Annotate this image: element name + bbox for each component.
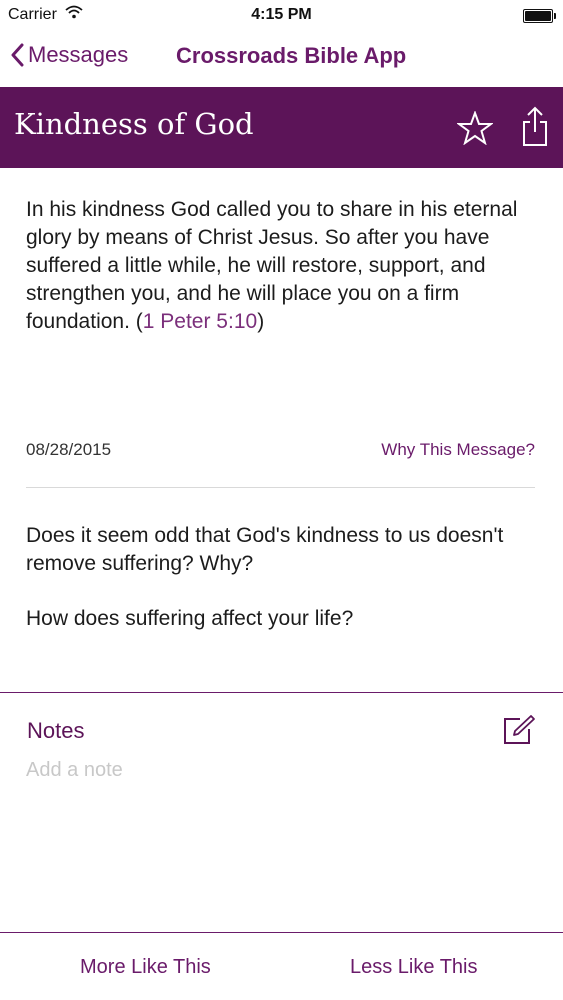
bottom-divider (0, 932, 563, 933)
less-like-this-button[interactable]: Less Like This (350, 956, 477, 979)
question-2: How does suffering affect your life? (26, 607, 354, 630)
status-bar: Carrier 4:15 PM (0, 0, 563, 30)
verse-text: In his kindness God called you to share … (26, 196, 541, 336)
more-like-this-button[interactable]: More Like This (80, 956, 211, 979)
app-title: Crossroads Bible App (176, 43, 407, 68)
message-date: 08/28/2015 (26, 440, 112, 459)
divider (26, 487, 535, 488)
share-icon[interactable] (520, 106, 550, 153)
message-title-banner: Kindness of God (0, 87, 563, 168)
message-title: Kindness of God (14, 107, 254, 141)
notes-divider (0, 692, 563, 693)
verse-close-paren: ) (257, 310, 265, 333)
back-chevron-icon (11, 43, 24, 67)
question-1: Does it seem odd that God's kindness to … (26, 524, 504, 575)
status-time: 4:15 PM (251, 6, 312, 23)
edit-note-icon[interactable] (502, 714, 536, 751)
back-button[interactable]: Messages (10, 42, 128, 68)
verse-reference-link[interactable]: 1 Peter 5:10 (143, 310, 257, 333)
notes-label: Notes (27, 718, 85, 743)
add-note-input[interactable] (26, 755, 526, 785)
back-button-label: Messages (28, 42, 129, 67)
verse-body: In his kindness God called you to share … (26, 198, 518, 333)
star-icon[interactable] (455, 110, 495, 150)
battery-icon (523, 9, 556, 23)
why-this-message-link[interactable]: Why This Message? (381, 440, 535, 460)
navigation-bar: Messages Crossroads Bible App (0, 30, 563, 87)
